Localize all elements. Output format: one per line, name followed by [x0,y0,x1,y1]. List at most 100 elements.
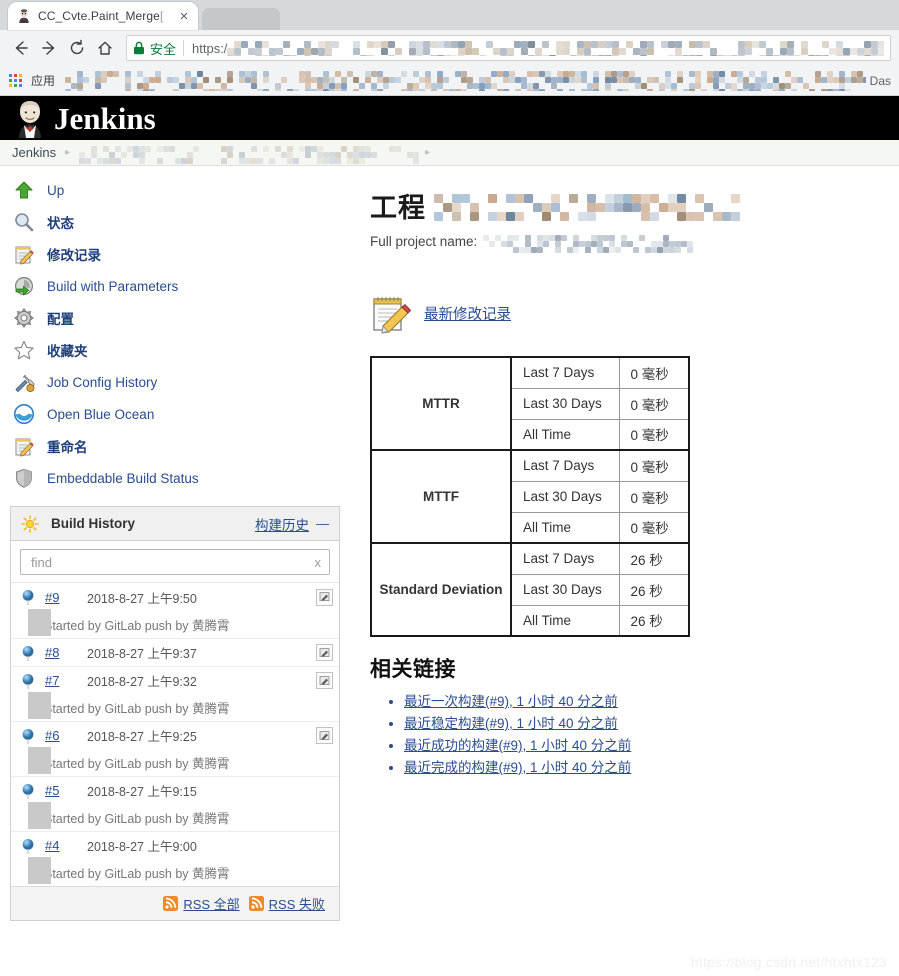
bookmark-tail-label[interactable]: Das [870,74,891,88]
stat-value: 26 秒 [618,542,690,575]
list-item[interactable]: 最近成功的构建(#9), 1 小时 40 分之前 [404,735,899,756]
related-link[interactable]: 最近稳定构建(#9), 1 小时 40 分之前 [404,716,618,731]
sidebar-item-status[interactable]: 状态 [8,206,352,238]
close-icon[interactable]: × [176,8,192,24]
forward-icon[interactable] [36,35,62,61]
related-link[interactable]: 最近成功的构建(#9), 1 小时 40 分之前 [404,738,631,753]
sidebar-item-up[interactable]: Up [8,174,352,206]
sidebar-item-open-blue-ocean[interactable]: Open Blue Ocean [8,398,352,430]
bookmark-apps-label[interactable]: 应用 [31,72,55,89]
build-timestamp: 2018-8-27 上午9:32 [87,675,197,689]
sidebar-item-label: Job Config History [47,374,158,390]
search-input[interactable] [29,553,311,571]
build-number-link[interactable]: #4 [45,838,87,853]
sidebar-item-changes[interactable]: 修改记录 [8,238,352,270]
blue-ocean-icon [12,402,36,426]
recent-changes-row[interactable]: 最新修改记录 [370,292,899,334]
reload-icon[interactable] [64,35,90,61]
console-output-icon[interactable] [316,644,333,661]
recent-changes-link[interactable]: 最新修改记录 [424,303,511,324]
page-title-redacted [434,194,740,221]
rss-icon [248,896,264,911]
console-output-icon[interactable] [316,727,333,744]
build-row[interactable]: #5 2018-8-27 上午9:15 [11,776,339,804]
build-history-list: #9 2018-8-27 上午9:50 Started by GitLab pu… [11,582,339,886]
sidebar-task-list: Up 状态 修改记录 Build with Parameters 配置 收藏夹 … [0,174,352,494]
build-number-link[interactable]: #7 [45,673,87,688]
console-output-icon[interactable] [316,672,333,689]
star-icon [12,338,36,362]
stat-value: 0 毫秒 [618,480,690,513]
rss-all-link[interactable]: RSS 全部 [183,894,239,913]
build-history-cn-link[interactable]: 构建历史 [255,514,309,534]
breadcrumb-separator: ▸ [65,147,71,158]
status-ball-blue-icon [21,673,37,689]
tab-strip: CC_Cvte.Paint_Merge[ × [0,0,899,30]
build-statistics-table: MTTR Last 7 Days 0 毫秒 Last 30 Days 0 毫秒 … [370,356,690,637]
build-row[interactable]: #6 2018-8-27 上午9:25 [11,721,339,749]
sidebar-item-label: Build with Parameters [47,278,179,294]
stat-value: 0 毫秒 [618,356,690,389]
build-description: Started by GitLab push by 黄腾霄 [11,802,339,831]
related-link[interactable]: 最近完成的构建(#9), 1 小时 40 分之前 [404,760,631,775]
back-icon[interactable] [8,35,34,61]
apps-grid-icon[interactable] [8,73,24,89]
watermark: https://blog.csdn.net/htxhtx123 [690,954,887,970]
shield-icon [12,466,36,490]
breadcrumb-item-redacted-1[interactable] [79,146,200,164]
build-row[interactable]: #4 2018-8-27 上午9:00 [11,831,339,859]
build-timestamp: 2018-8-27 上午9:15 [87,785,197,799]
build-number-link[interactable]: #6 [45,728,87,743]
home-icon[interactable] [92,35,118,61]
sidebar-item-rename[interactable]: 重命名 [8,430,352,462]
build-history-footer: RSS 全部 RSS 失败 [11,886,339,920]
build-number-link[interactable]: #5 [45,783,87,798]
url-prefix: https:/ [192,40,228,56]
related-links-list: 最近一次构建(#9), 1 小时 40 分之前 最近稳定构建(#9), 1 小时… [370,691,899,778]
timeline-stem [28,692,51,719]
build-number-link[interactable]: #9 [45,590,87,605]
breadcrumb-root[interactable]: Jenkins [12,145,56,160]
timeline-stem [28,609,51,636]
sidebar-item-favorites[interactable]: 收藏夹 [8,334,352,366]
find-field-container[interactable]: x [20,549,330,575]
jenkins-wordmark[interactable]: Jenkins [54,103,156,134]
build-row[interactable]: #8 2018-8-27 上午9:37 [11,638,339,666]
list-item[interactable]: 最近一次构建(#9), 1 小时 40 分之前 [404,691,899,712]
build-row[interactable]: #9 2018-8-27 上午9:50 [11,583,339,611]
screenshot-root: CC_Cvte.Paint_Merge[ × 安全 https:/ 应用 Das… [0,0,899,976]
build-timestamp: 2018-8-27 上午9:00 [87,840,197,854]
build-description-text: Started by GitLab push by 黄腾霄 [44,619,230,633]
status-ball-blue-icon [21,838,37,854]
stat-period: Last 7 Days [510,542,620,575]
notepad-pencil-icon [12,434,36,458]
build-history-find-wrap: x [11,541,339,582]
rss-failed-link[interactable]: RSS 失败 [269,894,325,913]
sidebar: Up 状态 修改记录 Build with Parameters 配置 收藏夹 … [0,166,352,921]
status-ball-blue-icon [21,728,37,744]
list-item[interactable]: 最近完成的构建(#9), 1 小时 40 分之前 [404,757,899,778]
console-output-icon[interactable] [316,588,333,606]
related-link[interactable]: 最近一次构建(#9), 1 小时 40 分之前 [404,694,618,709]
build-number-link[interactable]: #8 [45,645,87,660]
rss-icon [163,896,179,911]
jenkins-butler-logo-icon[interactable] [10,98,50,138]
browser-tab[interactable]: CC_Cvte.Paint_Merge[ × [8,2,198,30]
full-project-name-row: Full project name: [370,232,899,253]
new-tab-button[interactable] [202,8,280,30]
jenkins-body: Up 状态 修改记录 Build with Parameters 配置 收藏夹 … [0,166,899,921]
build-row[interactable]: #7 2018-8-27 上午9:32 [11,666,339,694]
collapse-icon[interactable]: — [316,516,329,531]
table-row: MTTF Last 7 Days 0 毫秒 [371,449,690,544]
sidebar-item-job-config-history[interactable]: Job Config History [8,366,352,398]
sidebar-item-embeddable-build-status[interactable]: Embeddable Build Status [8,462,352,494]
table-row: Standard Deviation Last 7 Days 26 秒 [371,542,690,637]
list-item[interactable]: 最近稳定构建(#9), 1 小时 40 分之前 [404,713,899,734]
sidebar-item-configure[interactable]: 配置 [8,302,352,334]
clear-icon[interactable]: x [311,555,322,570]
stat-value: 0 毫秒 [618,511,690,544]
sidebar-item-build-with-parameters[interactable]: Build with Parameters [8,270,352,302]
breadcrumb-item-redacted-2[interactable] [221,146,420,164]
address-bar[interactable]: 安全 https:/ [126,35,891,61]
lock-icon [133,41,145,55]
